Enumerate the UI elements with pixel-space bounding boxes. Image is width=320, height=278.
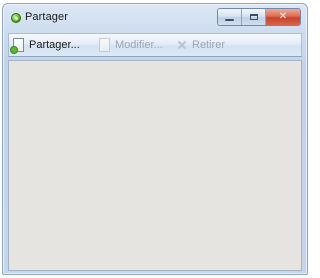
edit-button[interactable]: Modifier...	[99, 34, 163, 56]
title-bar[interactable]: Partager ✕	[3, 4, 307, 32]
share-list-area[interactable]	[8, 60, 302, 271]
minimize-icon	[225, 18, 234, 21]
caption-buttons: ✕	[217, 8, 301, 26]
minimize-button[interactable]	[218, 9, 242, 25]
edit-button-label: Modifier...	[115, 39, 163, 51]
remove-button[interactable]: Retirer	[177, 34, 225, 56]
close-icon: ✕	[278, 11, 288, 22]
document-icon	[99, 38, 110, 52]
share-window: Partager ✕ Partager... Modifier... Retir…	[2, 3, 308, 275]
maximize-icon	[249, 14, 258, 20]
app-icon[interactable]	[11, 13, 21, 23]
share-button-label: Partager...	[29, 39, 80, 51]
window-title: Partager	[25, 11, 68, 23]
remove-icon	[177, 40, 187, 50]
remove-button-label: Retirer	[192, 39, 226, 51]
maximize-button[interactable]	[242, 9, 266, 25]
toolbar: Partager... Modifier... Retirer	[8, 33, 302, 57]
new-document-icon	[10, 38, 24, 54]
share-button[interactable]: Partager...	[10, 34, 80, 56]
close-button[interactable]: ✕	[266, 9, 300, 25]
